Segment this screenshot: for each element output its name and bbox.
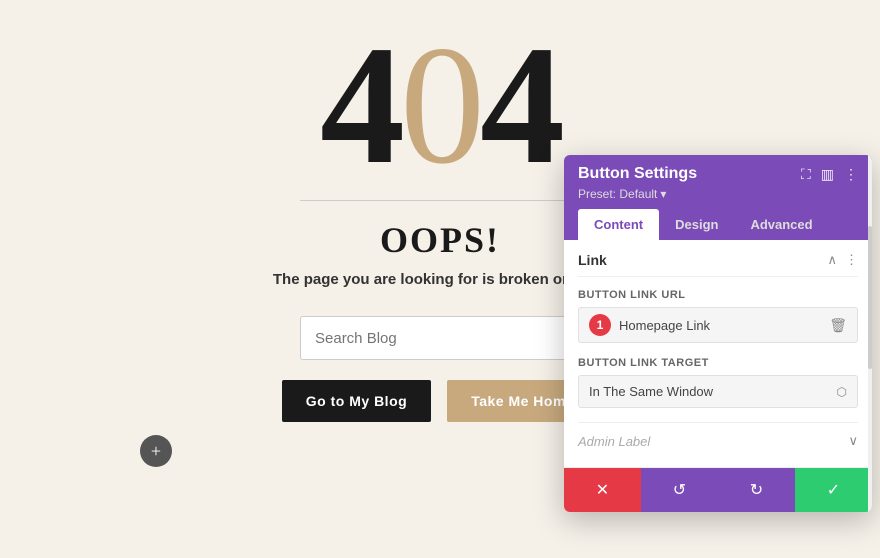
button-link-target-label: Button Link Target xyxy=(578,357,858,369)
button-settings-panel: Button Settings ⛶ ▥ ⋮ Preset: Default ▾ … xyxy=(564,155,872,512)
section-icons: ∧ ⋮ xyxy=(827,252,858,268)
panel-title: Button Settings xyxy=(578,165,697,183)
link-target-value: In The Same Window xyxy=(589,384,837,399)
collapse-icon[interactable]: ∧ xyxy=(827,252,837,268)
panel-tabs: Content Design Advanced xyxy=(578,209,858,240)
clear-field-icon[interactable]: 🗑 xyxy=(829,317,847,334)
save-button[interactable]: ✓ xyxy=(795,468,872,512)
badge-number: 1 xyxy=(589,314,611,336)
select-arrow-icon: ⬡ xyxy=(837,385,847,399)
divider xyxy=(300,200,580,201)
error-description: The page you are looking for is broken o… xyxy=(273,271,607,288)
columns-icon[interactable]: ▥ xyxy=(821,166,834,183)
tab-advanced[interactable]: Advanced xyxy=(734,209,828,240)
save-icon: ✓ xyxy=(827,480,840,500)
reset-icon: ↺ xyxy=(673,480,686,500)
redo-button[interactable]: ↻ xyxy=(718,468,795,512)
scroll-thumb[interactable] xyxy=(868,226,872,369)
digit-0-middle: 0 xyxy=(400,20,480,190)
plus-icon: + xyxy=(151,442,161,460)
admin-label-row[interactable]: Admin Label ∨ xyxy=(578,422,858,455)
section-more-icon[interactable]: ⋮ xyxy=(845,252,858,268)
digit-4-right: 4 xyxy=(480,20,560,190)
panel-footer: ✕ ↺ ↻ ✓ xyxy=(564,467,872,512)
digit-4-left: 4 xyxy=(320,20,400,190)
panel-header: Button Settings ⛶ ▥ ⋮ Preset: Default ▾ … xyxy=(564,155,872,240)
scroll-track xyxy=(868,155,872,512)
go-to-blog-button[interactable]: Go to My Blog xyxy=(282,380,431,422)
cancel-button[interactable]: ✕ xyxy=(564,468,641,512)
link-target-select[interactable]: In The Same Window ⬡ xyxy=(578,375,858,408)
tab-design[interactable]: Design xyxy=(659,209,734,240)
preset-chevron-icon: ▾ xyxy=(660,187,666,201)
panel-header-top: Button Settings ⛶ ▥ ⋮ xyxy=(578,165,858,183)
oops-heading: OOPS! xyxy=(380,219,500,261)
button-link-url-label: Button Link URL xyxy=(578,289,858,301)
error-404-display: 4 0 4 xyxy=(320,20,560,190)
link-section-title: Link xyxy=(578,252,607,268)
cancel-icon: ✕ xyxy=(596,480,609,500)
link-section-header: Link ∧ ⋮ xyxy=(578,252,858,277)
search-input[interactable] xyxy=(300,316,580,360)
panel-preset[interactable]: Preset: Default ▾ xyxy=(578,187,858,201)
more-icon[interactable]: ⋮ xyxy=(844,166,858,183)
reset-button[interactable]: ↺ xyxy=(641,468,718,512)
add-block-button[interactable]: + xyxy=(140,435,172,467)
admin-chevron-icon: ∨ xyxy=(848,433,858,449)
admin-label-text: Admin Label xyxy=(578,434,650,449)
tab-content[interactable]: Content xyxy=(578,209,659,240)
homepage-link-value: Homepage Link xyxy=(619,318,829,333)
button-link-url-field[interactable]: 1 Homepage Link 🗑 xyxy=(578,307,858,343)
panel-body: Link ∧ ⋮ Button Link URL 1 Homepage Link… xyxy=(564,240,872,467)
fullscreen-icon[interactable]: ⛶ xyxy=(801,166,811,183)
redo-icon: ↻ xyxy=(750,480,763,500)
panel-header-icons: ⛶ ▥ ⋮ xyxy=(801,166,858,183)
action-buttons-row: Go to My Blog Take Me Home xyxy=(282,380,598,422)
